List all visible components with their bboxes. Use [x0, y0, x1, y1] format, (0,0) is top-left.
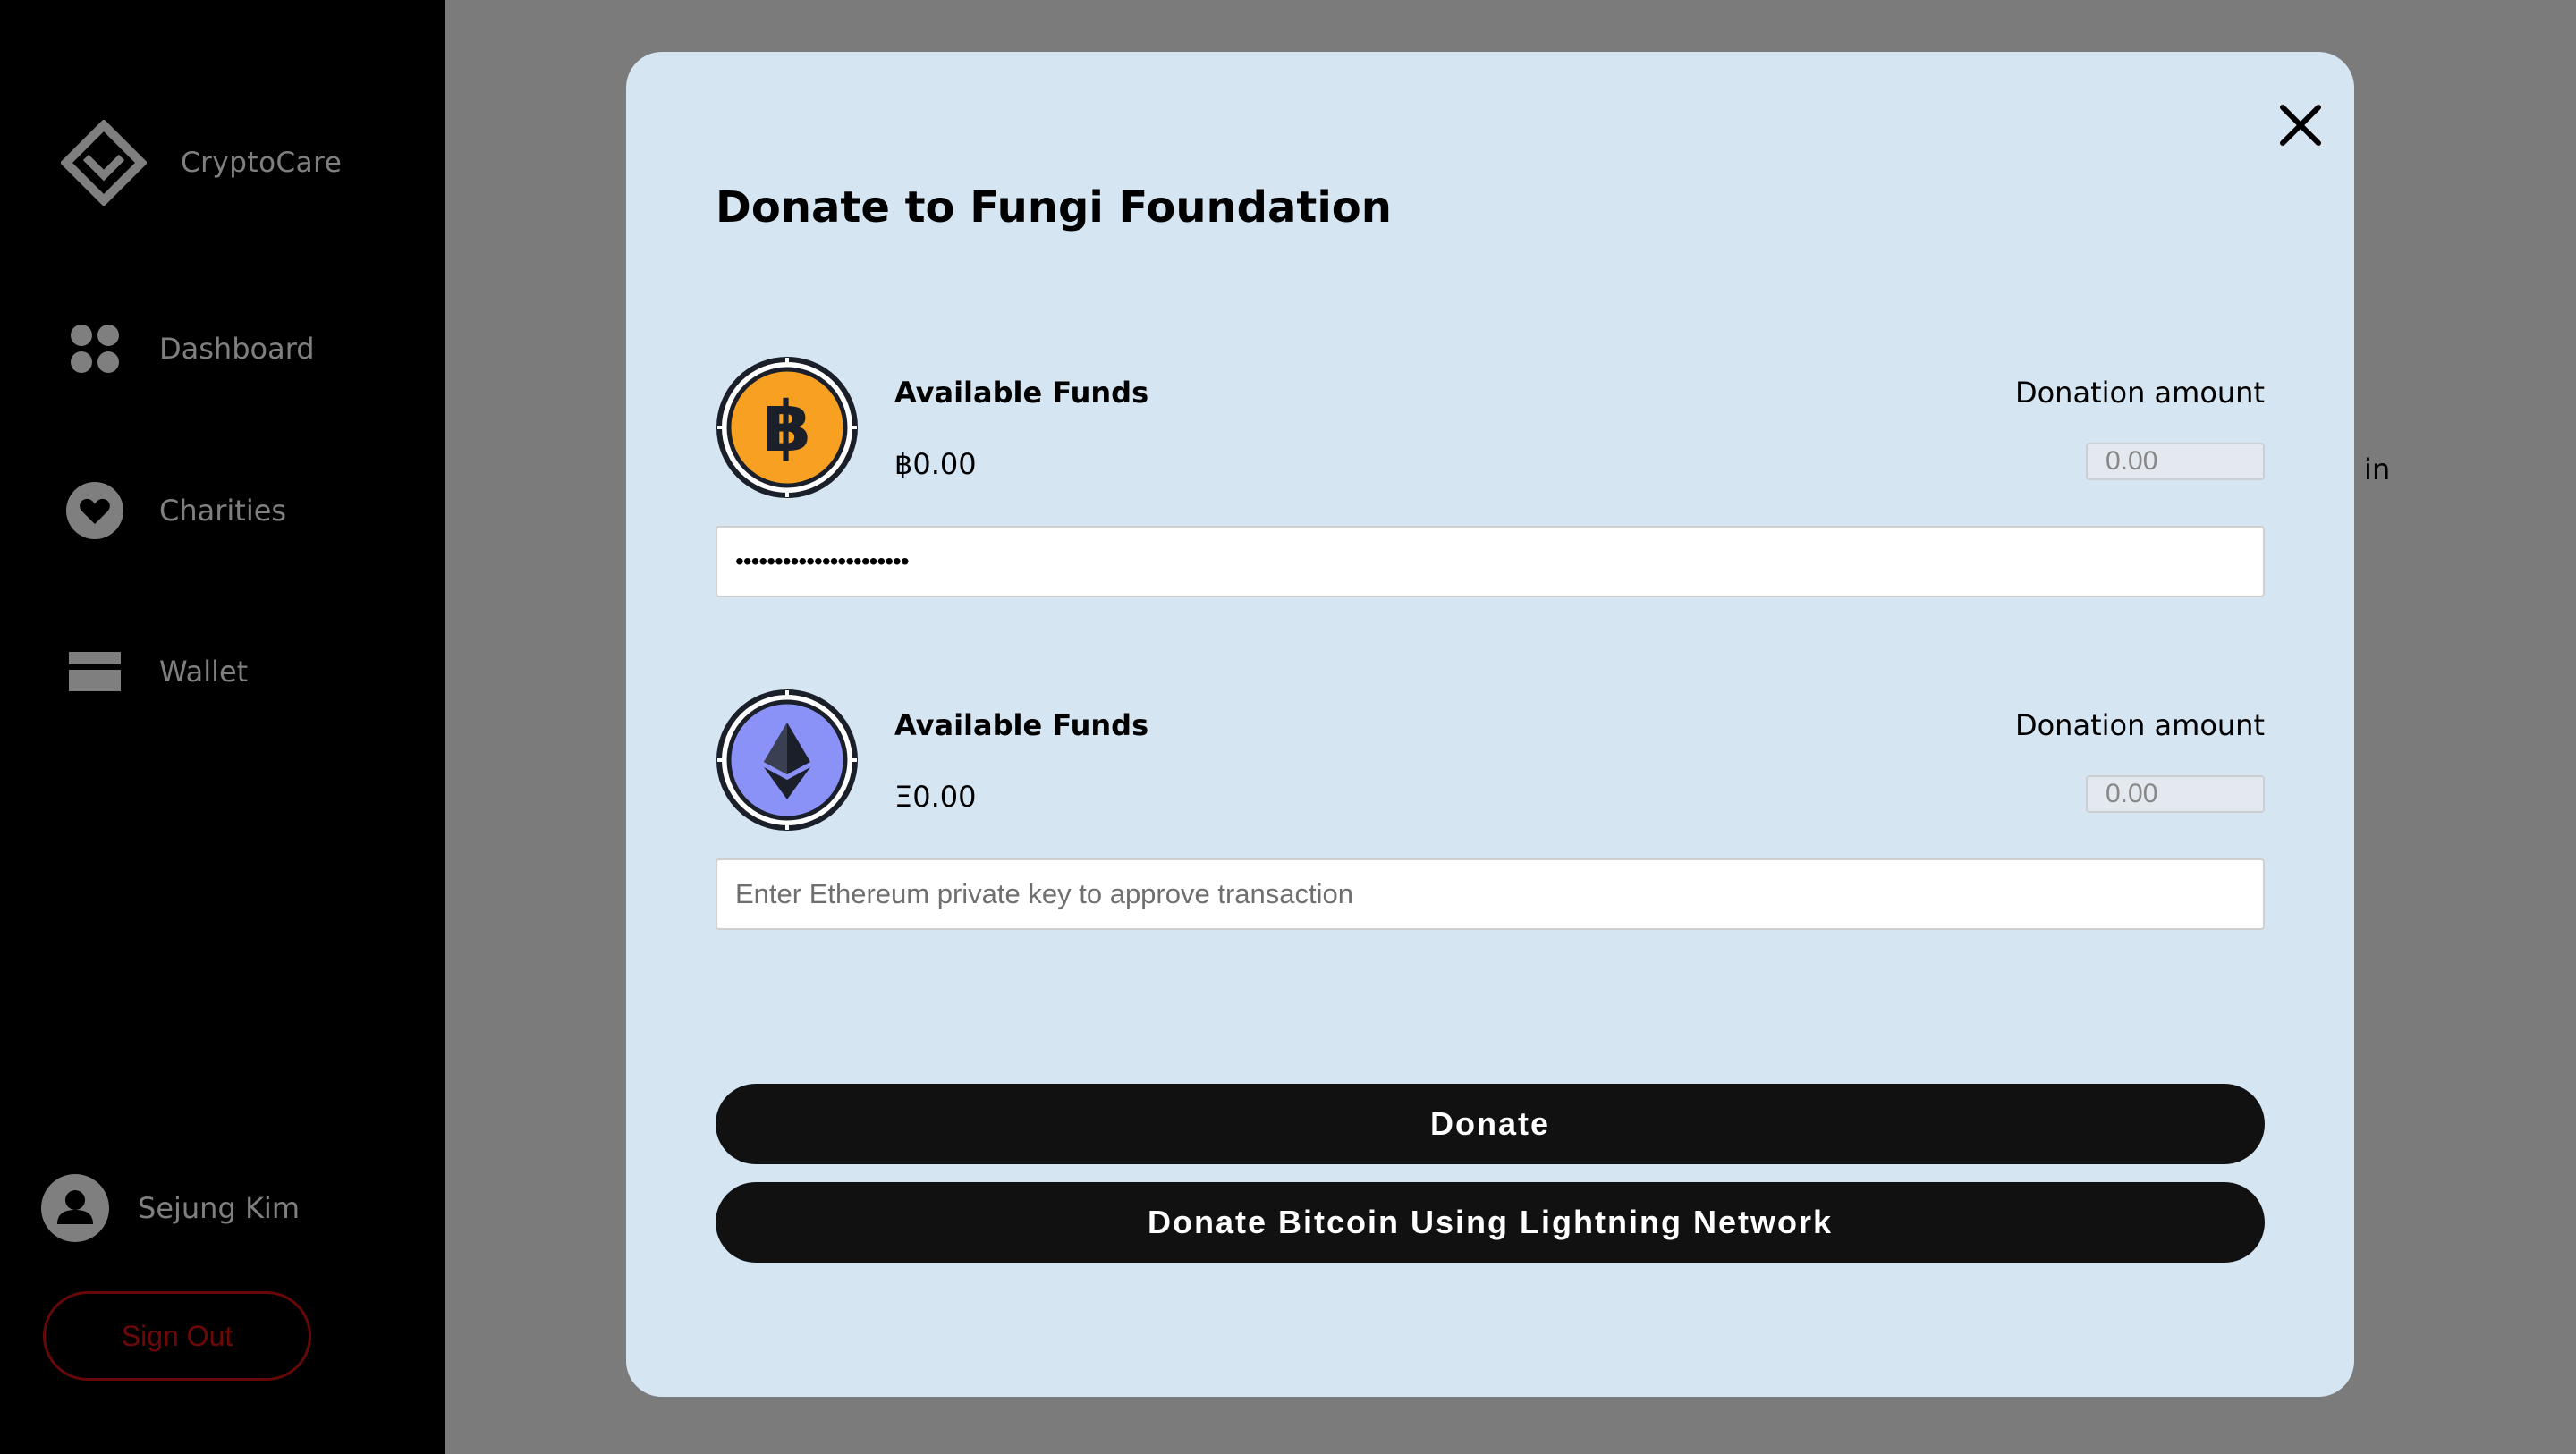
eth-funds-label: Available Funds	[894, 708, 1149, 742]
ethereum-icon	[716, 689, 858, 831]
modal-title: Donate to Fungi Foundation	[716, 182, 1392, 232]
btc-funds-value: ฿0.00	[894, 447, 977, 481]
eth-amount-label: Donation amount	[2014, 708, 2265, 742]
btc-amount-input[interactable]: 0.00	[2086, 443, 2265, 480]
btc-private-key-input[interactable]: ••••••••••••••••••••••	[716, 526, 2265, 597]
close-icon[interactable]	[2274, 98, 2327, 152]
bitcoin-icon: ฿	[716, 357, 858, 498]
donate-modal: Donate to Fungi Foundation ฿ Available F…	[626, 52, 2354, 1397]
btc-amount-label: Donation amount	[2014, 376, 2265, 410]
svg-text:฿: ฿	[763, 387, 811, 468]
eth-amount-input[interactable]: 0.00	[2086, 775, 2265, 813]
donate-lightning-button[interactable]: Donate Bitcoin Using Lightning Network	[716, 1182, 2265, 1263]
eth-funds-value: Ξ0.00	[894, 780, 977, 814]
btc-funds-label: Available Funds	[894, 376, 1149, 410]
eth-private-key-input[interactable]: Enter Ethereum private key to approve tr…	[716, 858, 2265, 930]
donate-button[interactable]: Donate	[716, 1084, 2265, 1164]
